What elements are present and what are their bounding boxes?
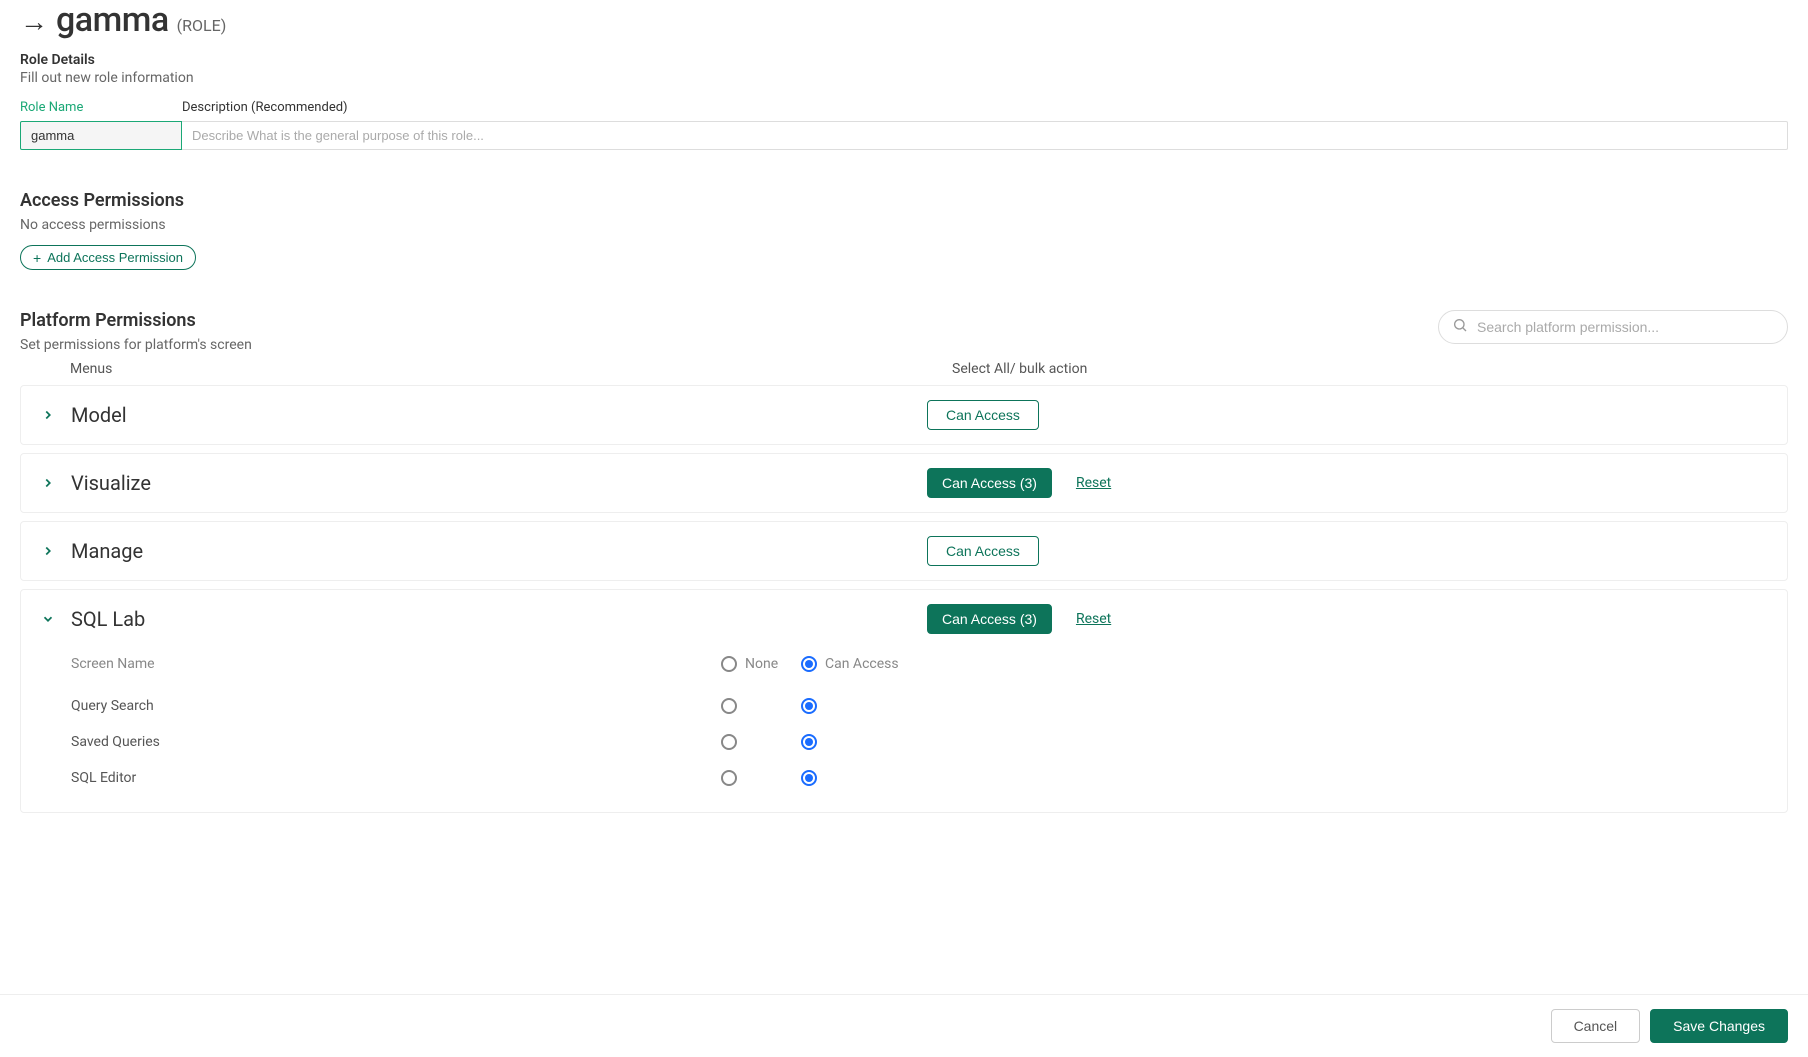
role-details-heading: Role Details: [20, 52, 1788, 68]
arrow-right-icon: →: [20, 5, 48, 38]
chevron-right-icon[interactable]: [41, 408, 71, 422]
column-menus-header: Menus: [70, 361, 952, 377]
can-access-radio[interactable]: [801, 734, 817, 750]
platform-permissions-subheading: Set permissions for platform's screen: [20, 337, 1438, 353]
role-details-subheading: Fill out new role information: [20, 70, 1788, 86]
permission-name: SQL Lab: [71, 607, 927, 631]
can-access-button[interactable]: Can Access (3): [927, 468, 1052, 498]
can-access-radio[interactable]: [801, 698, 817, 714]
footer-bar: Cancel Save Changes: [0, 994, 1808, 1057]
screen-row-saved-queries: Saved Queries: [71, 724, 1767, 760]
can-access-header-radio[interactable]: [801, 656, 817, 672]
search-icon: [1452, 317, 1468, 337]
screen-row-query-search: Query Search: [71, 688, 1767, 724]
none-header-radio[interactable]: [721, 656, 737, 672]
none-radio[interactable]: [721, 734, 737, 750]
cancel-button[interactable]: Cancel: [1551, 1009, 1641, 1043]
none-radio[interactable]: [721, 698, 737, 714]
role-name-label: Role Name: [20, 100, 182, 115]
permission-name: Visualize: [71, 471, 927, 495]
permission-row-sql-lab: SQL Lab Can Access (3) Reset Screen Name…: [20, 589, 1788, 813]
access-permissions-heading: Access Permissions: [20, 190, 1788, 211]
screen-name: Saved Queries: [71, 734, 721, 750]
add-access-permission-button[interactable]: + Add Access Permission: [20, 245, 196, 270]
description-label: Description (Recommended): [182, 100, 1788, 115]
chevron-down-icon[interactable]: [41, 612, 71, 626]
screen-name-header: Screen Name: [71, 656, 721, 672]
can-access-button[interactable]: Can Access: [927, 536, 1039, 566]
save-changes-button[interactable]: Save Changes: [1650, 1009, 1788, 1043]
permission-row-model: Model Can Access: [20, 385, 1788, 445]
search-input[interactable]: [1438, 310, 1788, 344]
role-tag: (ROLE): [177, 16, 227, 35]
reset-link[interactable]: Reset: [1076, 611, 1111, 627]
page-title: gamma: [56, 0, 169, 40]
no-access-text: No access permissions: [20, 217, 1788, 233]
screen-row-sql-editor: SQL Editor: [71, 760, 1767, 796]
none-header-label: None: [745, 656, 778, 672]
none-radio[interactable]: [721, 770, 737, 786]
can-access-button[interactable]: Can Access (3): [927, 604, 1052, 634]
can-access-header-label: Can Access: [825, 656, 899, 672]
chevron-right-icon[interactable]: [41, 544, 71, 558]
column-select-all-header: Select All/ bulk action: [952, 361, 1087, 377]
plus-icon: +: [33, 251, 41, 265]
screen-name: SQL Editor: [71, 770, 721, 786]
description-input[interactable]: [182, 121, 1788, 150]
add-access-label: Add Access Permission: [47, 250, 183, 265]
chevron-right-icon[interactable]: [41, 476, 71, 490]
reset-link[interactable]: Reset: [1076, 475, 1111, 491]
role-name-input[interactable]: [20, 121, 182, 150]
can-access-radio[interactable]: [801, 770, 817, 786]
permission-row-manage: Manage Can Access: [20, 521, 1788, 581]
permission-name: Manage: [71, 539, 927, 563]
permission-row-visualize: Visualize Can Access (3) Reset: [20, 453, 1788, 513]
platform-permissions-heading: Platform Permissions: [20, 310, 1438, 331]
screen-name: Query Search: [71, 698, 721, 714]
permission-name: Model: [71, 403, 927, 427]
can-access-button[interactable]: Can Access: [927, 400, 1039, 430]
